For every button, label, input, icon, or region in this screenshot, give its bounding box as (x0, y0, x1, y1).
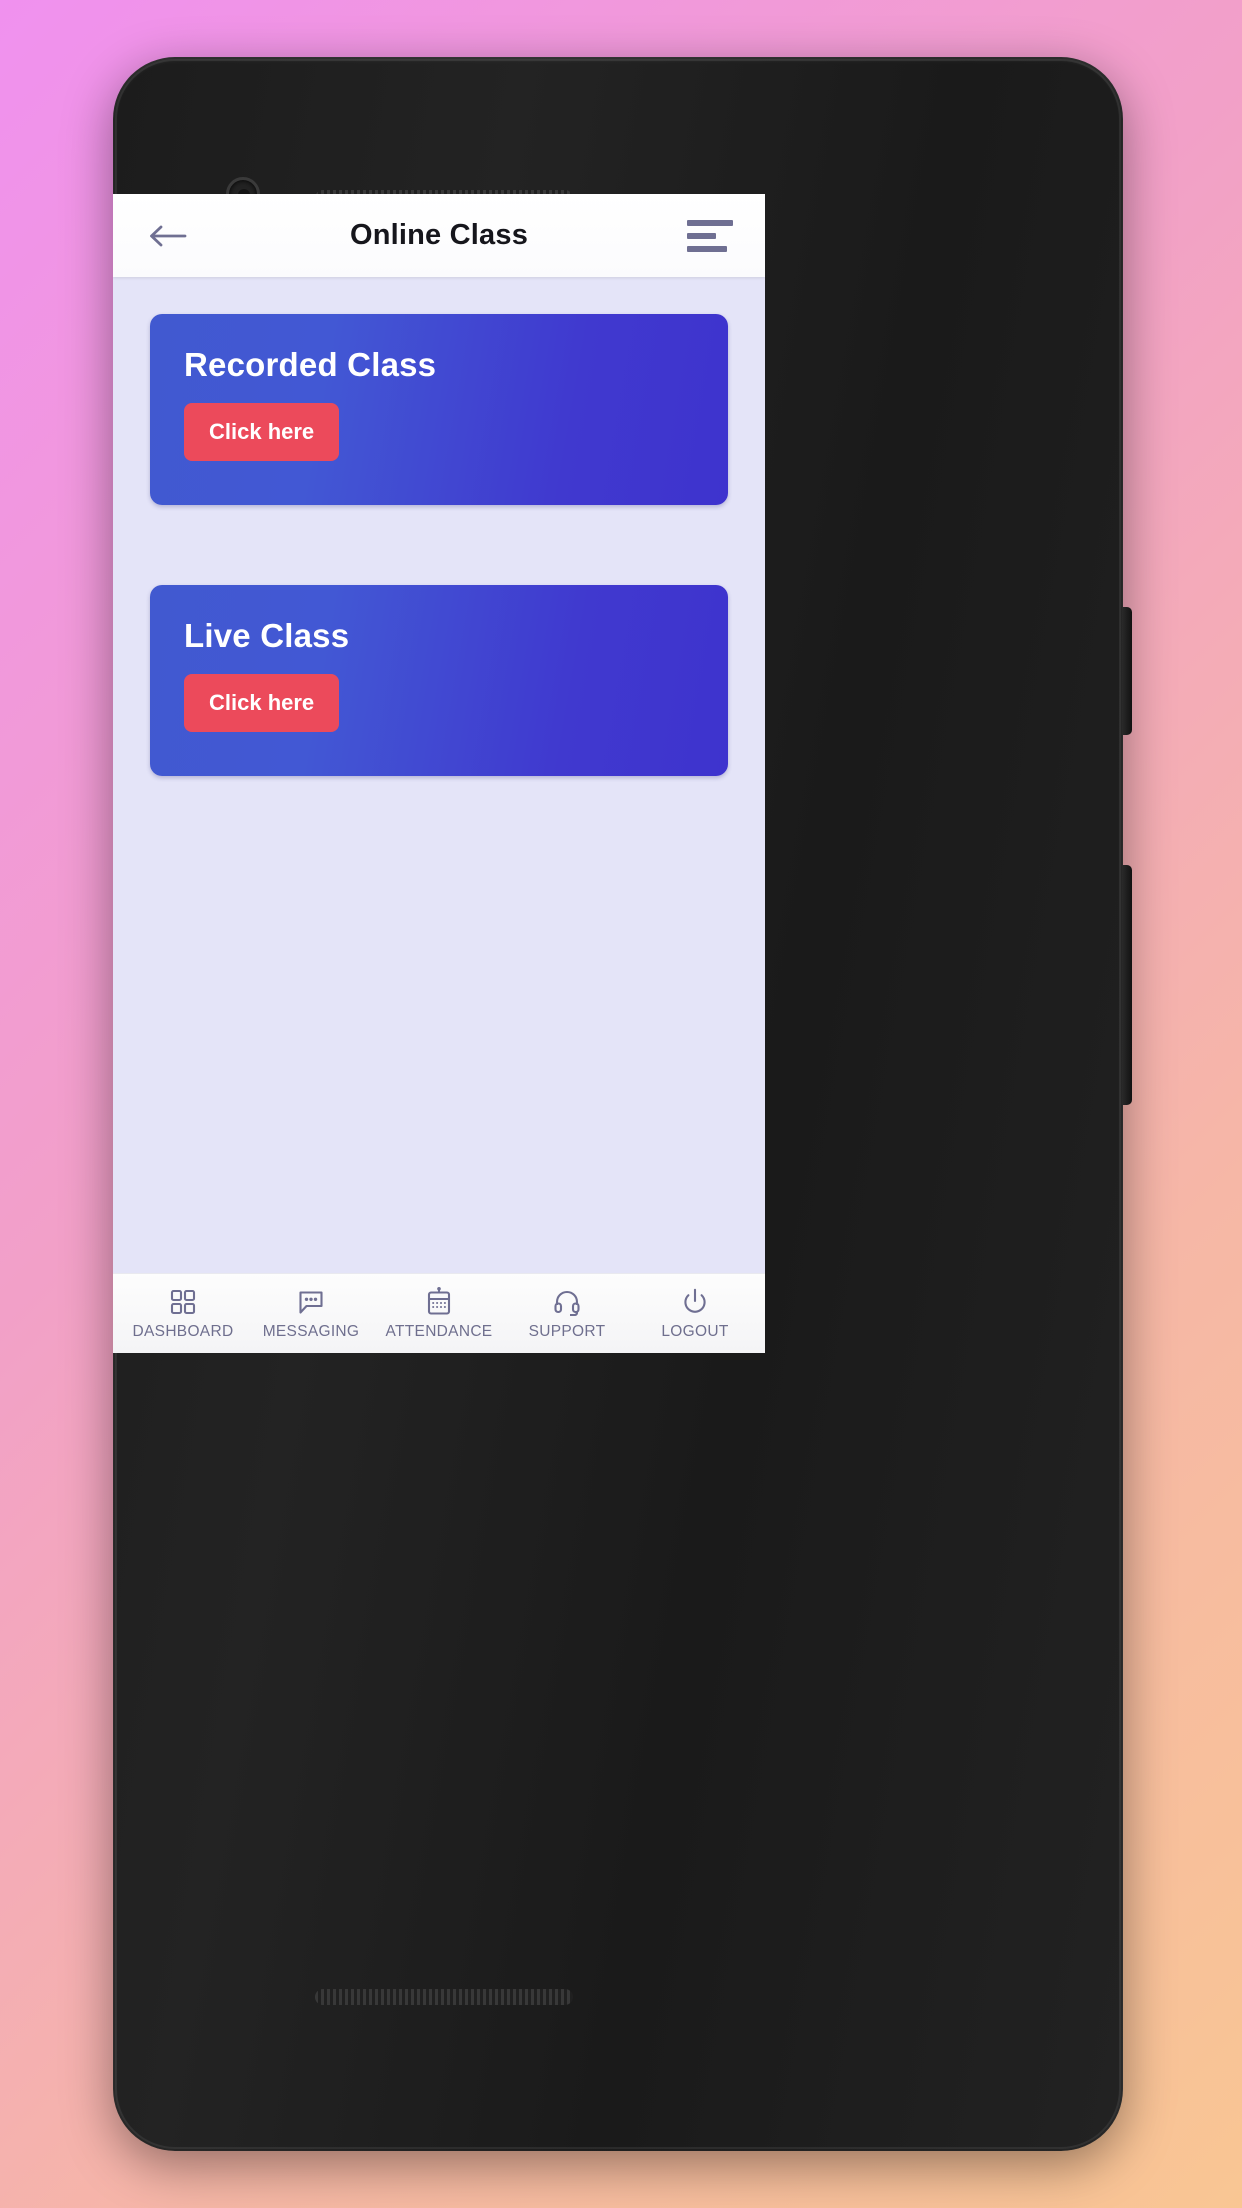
page-title: Online Class (349, 219, 529, 251)
nav-item-support[interactable]: SUPPORT (503, 1287, 631, 1341)
menu-line-3 (687, 245, 727, 252)
recorded-class-title: Recorded Class (184, 346, 437, 383)
bottom-speaker-grille (315, 1989, 573, 2005)
live-class-title: Live Class (184, 617, 350, 654)
nav-label-dashboard: DASHBOARD (132, 1322, 234, 1340)
volume-side-button[interactable] (1122, 865, 1132, 1105)
headset-icon (553, 1287, 581, 1318)
live-class-card[interactable]: Live Class Click here (150, 585, 728, 776)
chat-bubble-dots-icon (297, 1287, 325, 1318)
nav-item-attendance[interactable]: ATTENDANCE (375, 1287, 503, 1341)
app-bar: Online Class (113, 194, 765, 277)
power-icon (681, 1287, 709, 1318)
hamburger-menu-icon[interactable] (687, 216, 733, 256)
nav-label-logout: LOGOUT (661, 1322, 729, 1340)
nav-item-messaging[interactable]: MESSAGING (247, 1287, 375, 1341)
bottom-navigation-bar: DASHBOARD MESSAGING ATTENDANCE SUPPORT L… (113, 1273, 765, 1353)
calendar-device-icon (425, 1287, 453, 1318)
nav-label-attendance: ATTENDANCE (385, 1322, 493, 1340)
menu-line-1 (687, 219, 733, 226)
recorded-class-click-here-button[interactable]: Click here (184, 403, 340, 461)
nav-label-messaging: MESSAGING (262, 1322, 360, 1340)
live-class-click-here-button[interactable]: Click here (184, 674, 340, 732)
power-side-button[interactable] (1122, 607, 1132, 735)
content-area: Recorded Class Click here Live Class Cli… (113, 277, 765, 1273)
menu-line-2 (687, 232, 716, 239)
nav-label-support: SUPPORT (528, 1322, 606, 1340)
nav-item-logout[interactable]: LOGOUT (631, 1287, 759, 1341)
back-button[interactable] (145, 213, 191, 259)
recorded-class-card[interactable]: Recorded Class Click here (150, 314, 728, 505)
nav-item-dashboard[interactable]: DASHBOARD (119, 1287, 247, 1341)
app-screen: Online Class Recorded Class Click here L… (113, 194, 765, 1353)
grid-squares-icon (169, 1287, 197, 1318)
